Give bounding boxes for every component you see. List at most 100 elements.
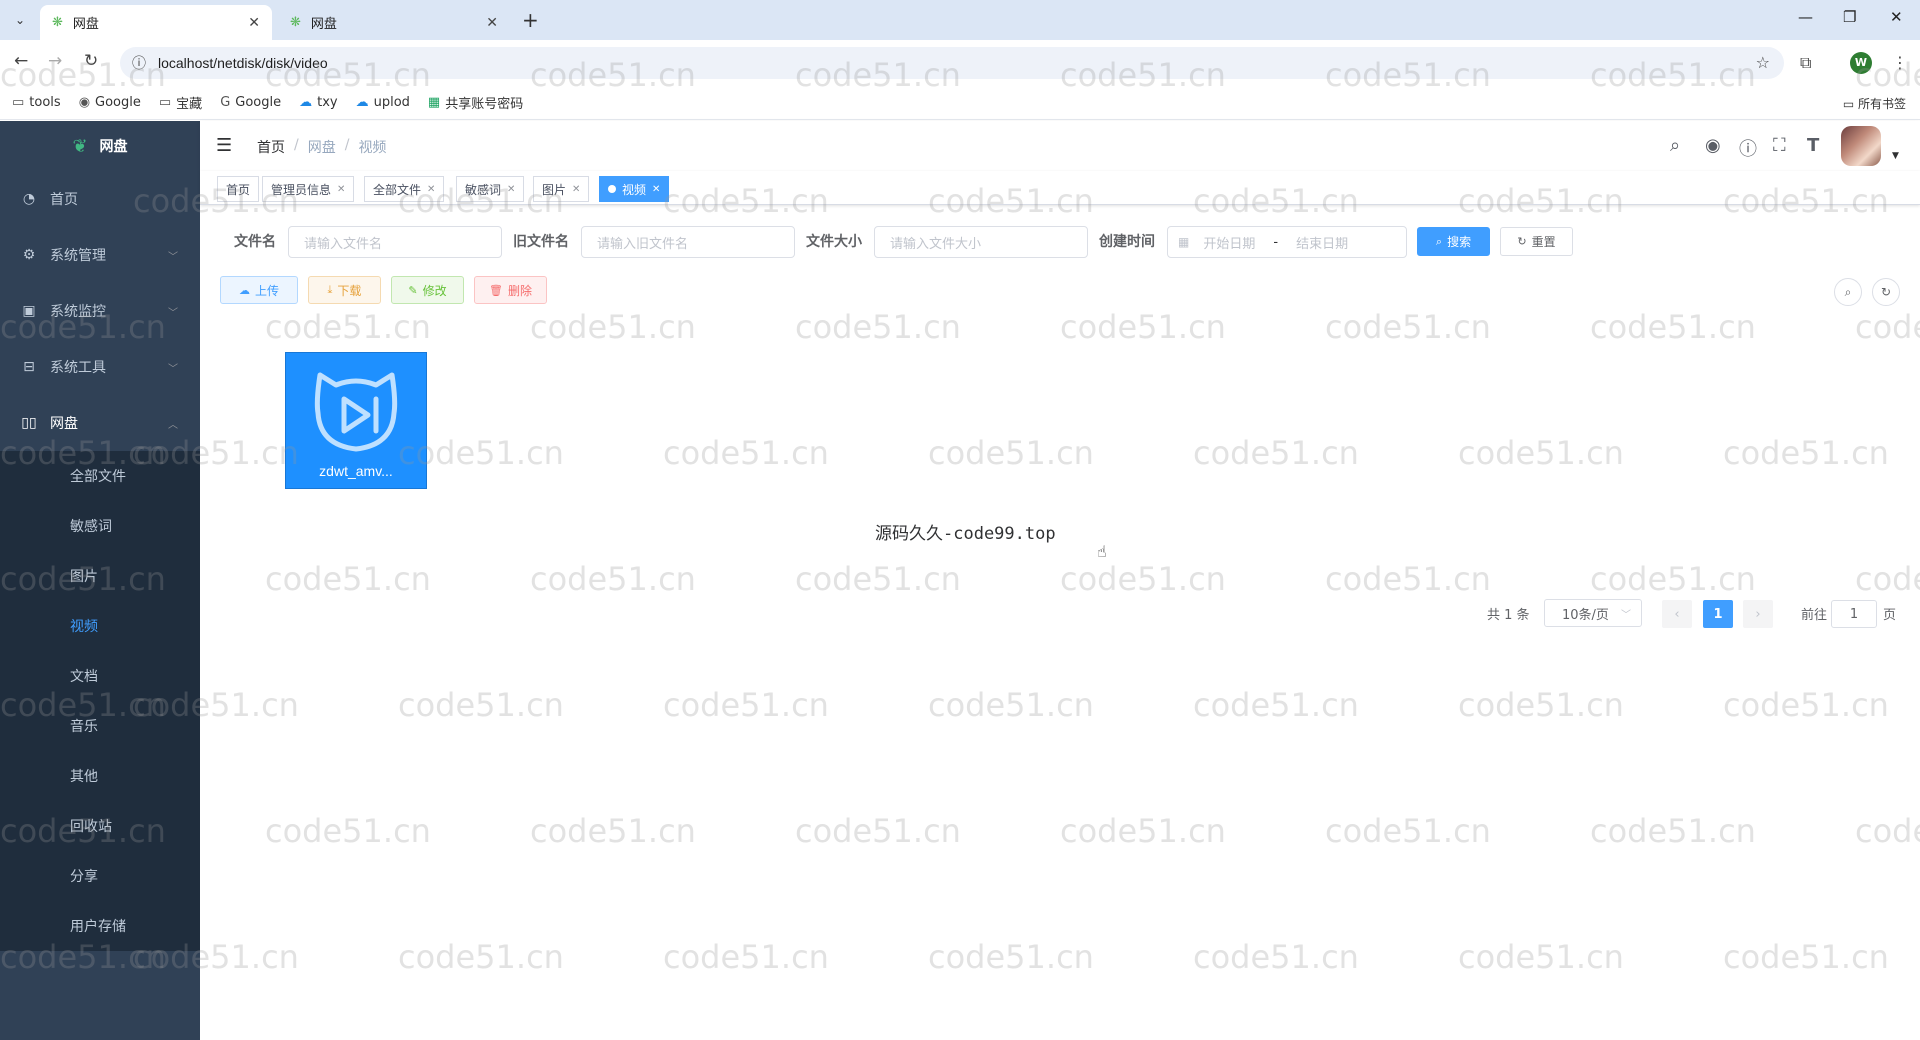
bookmark-shared-accounts[interactable]: ▦ 共享账号密码 [428,93,523,112]
sidebar-item-system-admin[interactable]: ⚙ 系统管理 ﹀ [0,227,200,283]
browser-menu-icon[interactable]: ⋮ [1892,53,1908,72]
close-icon[interactable]: ✕ [572,184,580,195]
tag-all-files[interactable]: 全部文件 ✕ [364,176,445,202]
close-icon[interactable]: ✕ [427,184,435,195]
bookmark-star-icon[interactable]: ☆ [1756,53,1770,72]
github-icon[interactable]: ◉ [1705,135,1721,156]
page-number-current[interactable]: 1 [1703,600,1733,628]
watermark-text: code51.cn [1723,686,1889,724]
forward-icon[interactable]: → [48,51,62,71]
profile-avatar[interactable]: W [1850,52,1872,74]
bookmark-uplod[interactable]: ☁ uplod [356,95,410,110]
user-avatar[interactable] [1841,126,1881,166]
site-info-icon[interactable]: ⓘ [132,53,146,73]
browser-tabstrip: ⌄ ❋ 网盘 ✕ ❋ 网盘 ✕ + — ❐ ✕ [0,0,1920,40]
reset-button[interactable]: ↻ 重置 [1500,227,1573,256]
extensions-icon[interactable]: ⧉ [1800,53,1811,73]
restore-icon[interactable]: ❐ [1843,8,1856,26]
font-size-icon[interactable]: T [1807,135,1819,156]
upload-button[interactable]: ☁ 上传 [220,276,298,304]
sidebar-item-documents[interactable]: 文档 [0,651,200,701]
sidebar-item-netdisk[interactable]: ▯▯ 网盘 ︿ [0,395,200,451]
old-filename-input[interactable]: 请输入旧文件名 [581,226,795,258]
sidebar-logo[interactable]: ❦ 网盘 [0,121,200,171]
start-date-input[interactable]: 开始日期 [1203,233,1255,252]
netdisk-favicon-icon: ❋ [290,15,301,30]
file-card[interactable]: zdwt_amv... [285,352,427,489]
sidebar-item-images[interactable]: 图片 [0,551,200,601]
tab-search-chevron-icon[interactable]: ⌄ [8,9,32,31]
folder-icon: ▭ [1842,97,1858,111]
next-page-button[interactable]: › [1743,600,1773,628]
sidebar-item-video[interactable]: 视频 [0,601,200,651]
watermark-text: code51.cn [1458,434,1624,472]
filename-input[interactable]: 请输入文件名 [288,226,502,258]
fullscreen-icon[interactable]: ⛶ [1773,135,1786,156]
hamburger-icon[interactable]: ☰ [216,135,232,156]
tag-admin-info[interactable]: 管理员信息 ✕ [262,176,355,202]
breadcrumb: 首页 / 网盘 / 视频 [257,137,386,157]
sidebar-item-sensitive-words[interactable]: 敏感词 [0,501,200,551]
omnibox[interactable]: ⓘ localhost/netdisk/disk/video ☆ [120,47,1784,79]
tag-video[interactable]: 视频 ✕ [599,176,670,202]
reload-icon[interactable]: ↻ [84,51,98,71]
bookmark-treasure[interactable]: ▭ 宝藏 [159,93,202,112]
watermark-text: code51.cn [530,560,696,598]
tag-images[interactable]: 图片 ✕ [533,176,590,202]
tag-sensitive-words[interactable]: 敏感词 ✕ [456,176,525,202]
close-tab-icon[interactable]: ✕ [486,15,498,31]
watermark-text: code51.cn [1855,560,1920,598]
new-tab-icon[interactable]: + [522,8,539,32]
breadcrumb-separator: / [294,137,299,153]
breadcrumb-item-home[interactable]: 首页 [257,137,285,157]
file-size-input[interactable]: 请输入文件大小 [874,226,1088,258]
watermark-text: code51.cn [928,434,1094,472]
sidebar: ❦ 网盘 ◔ 首页 ⚙ 系统管理 ﹀ ▣ 系统监控 ﹀ ⊟ 系统工具 ﹀ ▯▯ … [0,121,200,1040]
sidebar-item-share[interactable]: 分享 [0,851,200,901]
folder-icon: ▭ [158,95,172,110]
watermark-text: code51.cn [663,938,829,976]
bookmark-google-2[interactable]: G Google [220,95,281,110]
back-icon[interactable]: ← [14,51,28,71]
url-text[interactable]: localhost/netdisk/disk/video [158,55,328,71]
toggle-search-button[interactable]: ⌕ [1834,278,1862,306]
search-button[interactable]: ⌕ 搜索 [1417,227,1490,256]
all-bookmarks[interactable]: ▭ 所有书签 [1843,95,1906,112]
sidebar-item-recycle-bin[interactable]: 回收站 [0,801,200,851]
watermark-text: code51.cn [1723,434,1889,472]
end-date-input[interactable]: 结束日期 [1296,233,1348,252]
chevron-right-icon: › [1755,606,1761,622]
close-tab-icon[interactable]: ✕ [248,15,260,31]
help-icon[interactable]: ⓘ [1739,135,1757,161]
window-close-icon[interactable]: ✕ [1890,8,1903,26]
refresh-list-button[interactable]: ↻ [1872,278,1900,306]
browser-tab[interactable]: ❋ 网盘 ✕ [278,5,510,40]
sidebar-item-system-tools[interactable]: ⊟ 系统工具 ﹀ [0,339,200,395]
sidebar-item-home[interactable]: ◔ 首页 [0,171,200,227]
close-icon[interactable]: ✕ [337,184,345,195]
date-range-picker[interactable]: ▦ 开始日期 - 结束日期 [1167,226,1407,258]
minimize-icon[interactable]: — [1798,8,1813,26]
page-size-select[interactable]: 10条/页 ﹀ [1544,599,1642,627]
delete-button[interactable]: 🗑 删除 [474,276,547,304]
file-size-label: 文件大小 [806,234,862,250]
sidebar-item-other[interactable]: 其他 [0,751,200,801]
goto-page-input[interactable]: 1 [1831,600,1877,628]
sidebar-item-system-monitor[interactable]: ▣ 系统监控 ﹀ [0,283,200,339]
close-icon[interactable]: ✕ [652,184,660,195]
sidebar-item-all-files[interactable]: 全部文件 [0,451,200,501]
edit-button[interactable]: ✎ 修改 [391,276,464,304]
watermark-text: code51.cn [1325,560,1491,598]
caret-down-icon[interactable]: ▼ [1892,151,1899,161]
bookmark-tools[interactable]: ▭ tools [12,95,61,110]
browser-tab-active[interactable]: ❋ 网盘 ✕ [40,5,272,40]
tag-home[interactable]: 首页 [217,176,260,202]
close-icon[interactable]: ✕ [507,184,515,195]
sidebar-item-music[interactable]: 音乐 [0,701,200,751]
download-button[interactable]: ⤓ 下载 [308,276,381,304]
sidebar-item-user-storage[interactable]: 用户存储 [0,901,200,951]
bookmark-google[interactable]: ◉ Google [79,95,141,110]
search-icon[interactable]: ⌕ [1670,135,1680,156]
bookmark-txy[interactable]: ☁ txy [299,95,337,110]
prev-page-button[interactable]: ‹ [1662,600,1692,628]
